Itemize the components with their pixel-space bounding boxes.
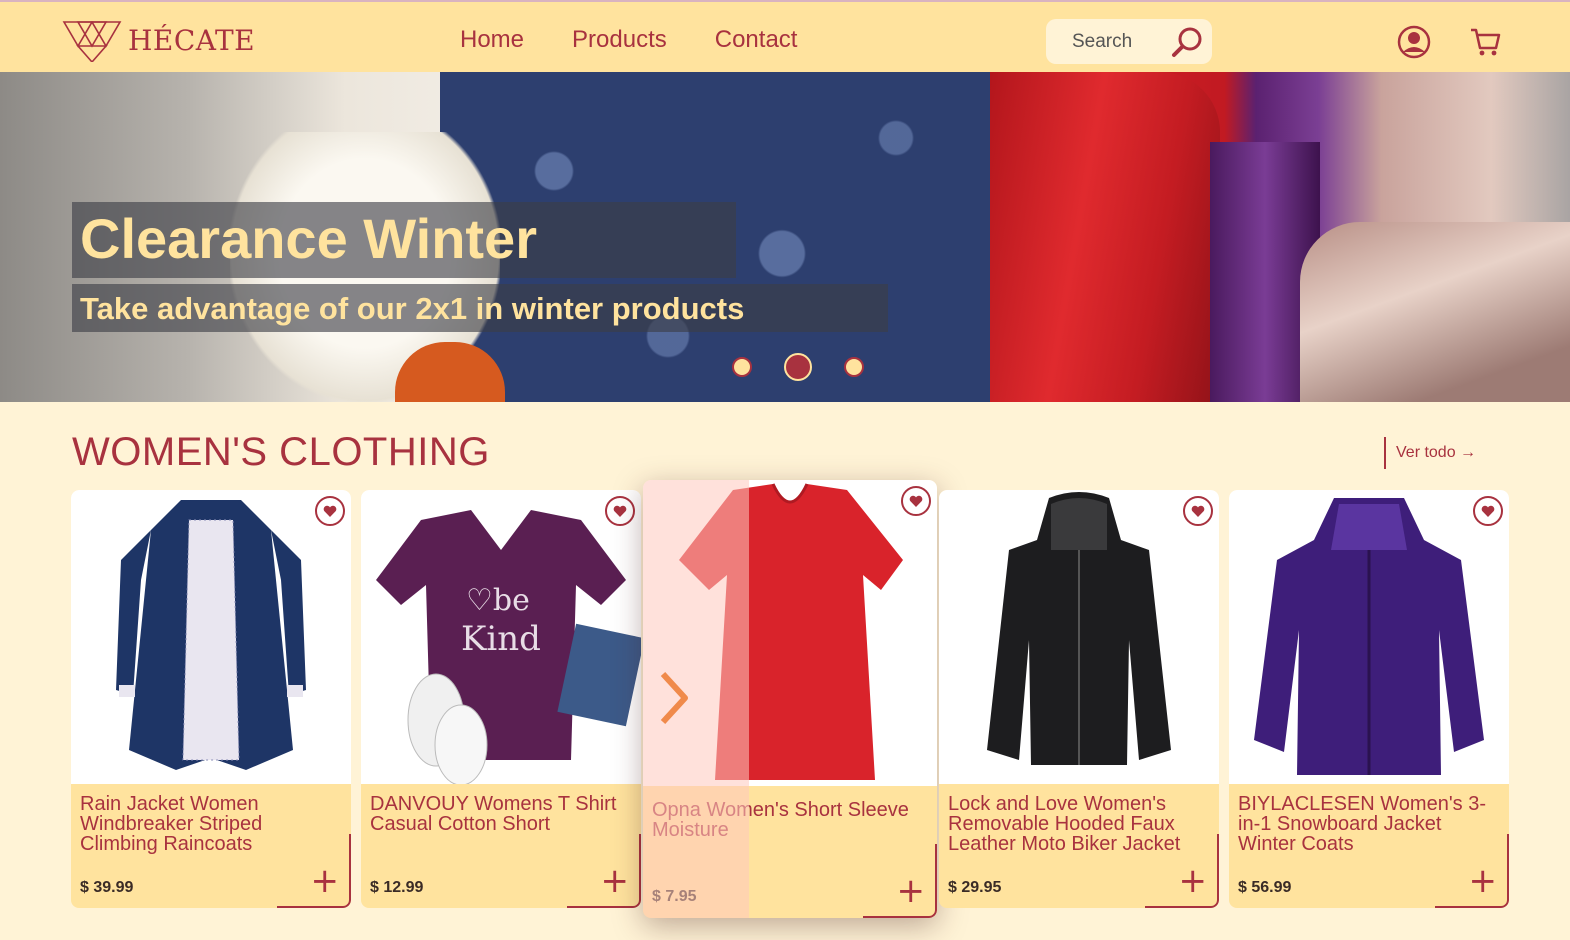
product-card[interactable]: Rain Jacket Women Windbreaker Striped Cl…: [71, 490, 351, 908]
hero-banner: Clearance Winter Take advantage of our 2…: [0, 72, 1570, 402]
product-price: $ 12.99: [370, 879, 424, 896]
user-account-icon[interactable]: [1397, 25, 1431, 64]
plus-icon: +: [310, 861, 340, 901]
favorite-heart-button[interactable]: [605, 496, 635, 526]
main-nav: Home Products Contact: [460, 26, 797, 54]
hero-title: Clearance Winter: [80, 207, 537, 270]
hero-subtitle: Take advantage of our 2x1 in winter prod…: [80, 291, 745, 326]
carousel-dot-1[interactable]: [732, 357, 752, 377]
product-card[interactable]: Lock and Love Women's Removable Hooded F…: [939, 490, 1219, 908]
nav-products-link[interactable]: Products: [572, 26, 667, 54]
add-to-cart-button[interactable]: +: [277, 834, 351, 908]
search-input[interactable]: [1070, 29, 1174, 54]
product-image[interactable]: [1229, 490, 1509, 784]
product-price: $ 56.99: [1238, 879, 1292, 896]
chevron-right-icon[interactable]: [657, 670, 691, 731]
product-image[interactable]: ♡be Kind: [361, 490, 641, 786]
product-card[interactable]: BIYLACLESEN Women's 3-in-1 Snowboard Jac…: [1229, 490, 1509, 908]
add-to-cart-button[interactable]: +: [567, 834, 641, 908]
heart-icon: [1481, 505, 1495, 517]
heart-icon: [323, 505, 337, 517]
heart-icon: [909, 495, 923, 507]
add-to-cart-button[interactable]: +: [863, 844, 937, 918]
plus-icon: +: [896, 871, 926, 911]
product-price: $ 7.95: [652, 888, 697, 905]
favorite-heart-button[interactable]: [901, 486, 931, 516]
search-box: [1046, 19, 1212, 64]
product-price: $ 39.99: [80, 879, 134, 896]
plus-icon: +: [1468, 861, 1498, 901]
add-to-cart-button[interactable]: +: [1145, 834, 1219, 908]
plus-icon: +: [600, 861, 630, 901]
triangle-logo-icon: [62, 21, 122, 62]
heart-icon: [1191, 505, 1205, 517]
svg-text:Kind: Kind: [461, 619, 541, 659]
carousel-dot-3[interactable]: [844, 357, 864, 377]
search-icon[interactable]: [1170, 25, 1204, 64]
view-all-link[interactable]: Ver todo →: [1384, 437, 1476, 469]
section-title: WOMEN'S CLOTHING: [72, 430, 490, 474]
hero-image-red-fabric: [990, 72, 1220, 402]
add-to-cart-button[interactable]: +: [1435, 834, 1509, 908]
favorite-heart-button[interactable]: [1473, 496, 1503, 526]
product-price: $ 29.95: [948, 879, 1002, 896]
plus-icon: +: [1178, 861, 1208, 901]
nav-home-link[interactable]: Home: [460, 26, 524, 54]
carousel-dot-2-active[interactable]: [784, 353, 812, 381]
svg-text:♡be: ♡be: [466, 583, 530, 618]
product-image[interactable]: [643, 480, 937, 786]
product-image[interactable]: [939, 490, 1219, 784]
heart-icon: [613, 505, 627, 517]
top-navbar: HÉCATE Home Products Contact: [0, 0, 1570, 72]
product-card[interactable]: ♡be Kind DANVOUY Womens T Shirt Casual C…: [361, 490, 641, 908]
brand-name: HÉCATE: [128, 23, 256, 57]
product-name[interactable]: DANVOUY Womens T Shirt Casual Cotton Sho…: [370, 794, 630, 834]
nav-contact-link[interactable]: Contact: [715, 26, 798, 54]
product-card[interactable]: Opna Women's Short Sleeve Moisture $ 7.9…: [643, 480, 937, 918]
product-name[interactable]: Opna Women's Short Sleeve Moisture: [652, 800, 912, 840]
favorite-heart-button[interactable]: [315, 496, 345, 526]
shopping-cart-icon[interactable]: [1469, 26, 1501, 63]
brand-logo[interactable]: HÉCATE: [62, 18, 255, 62]
hero-image-sequin-sleeve: [1300, 222, 1570, 402]
product-image[interactable]: [71, 490, 351, 784]
favorite-heart-button[interactable]: [1183, 496, 1213, 526]
